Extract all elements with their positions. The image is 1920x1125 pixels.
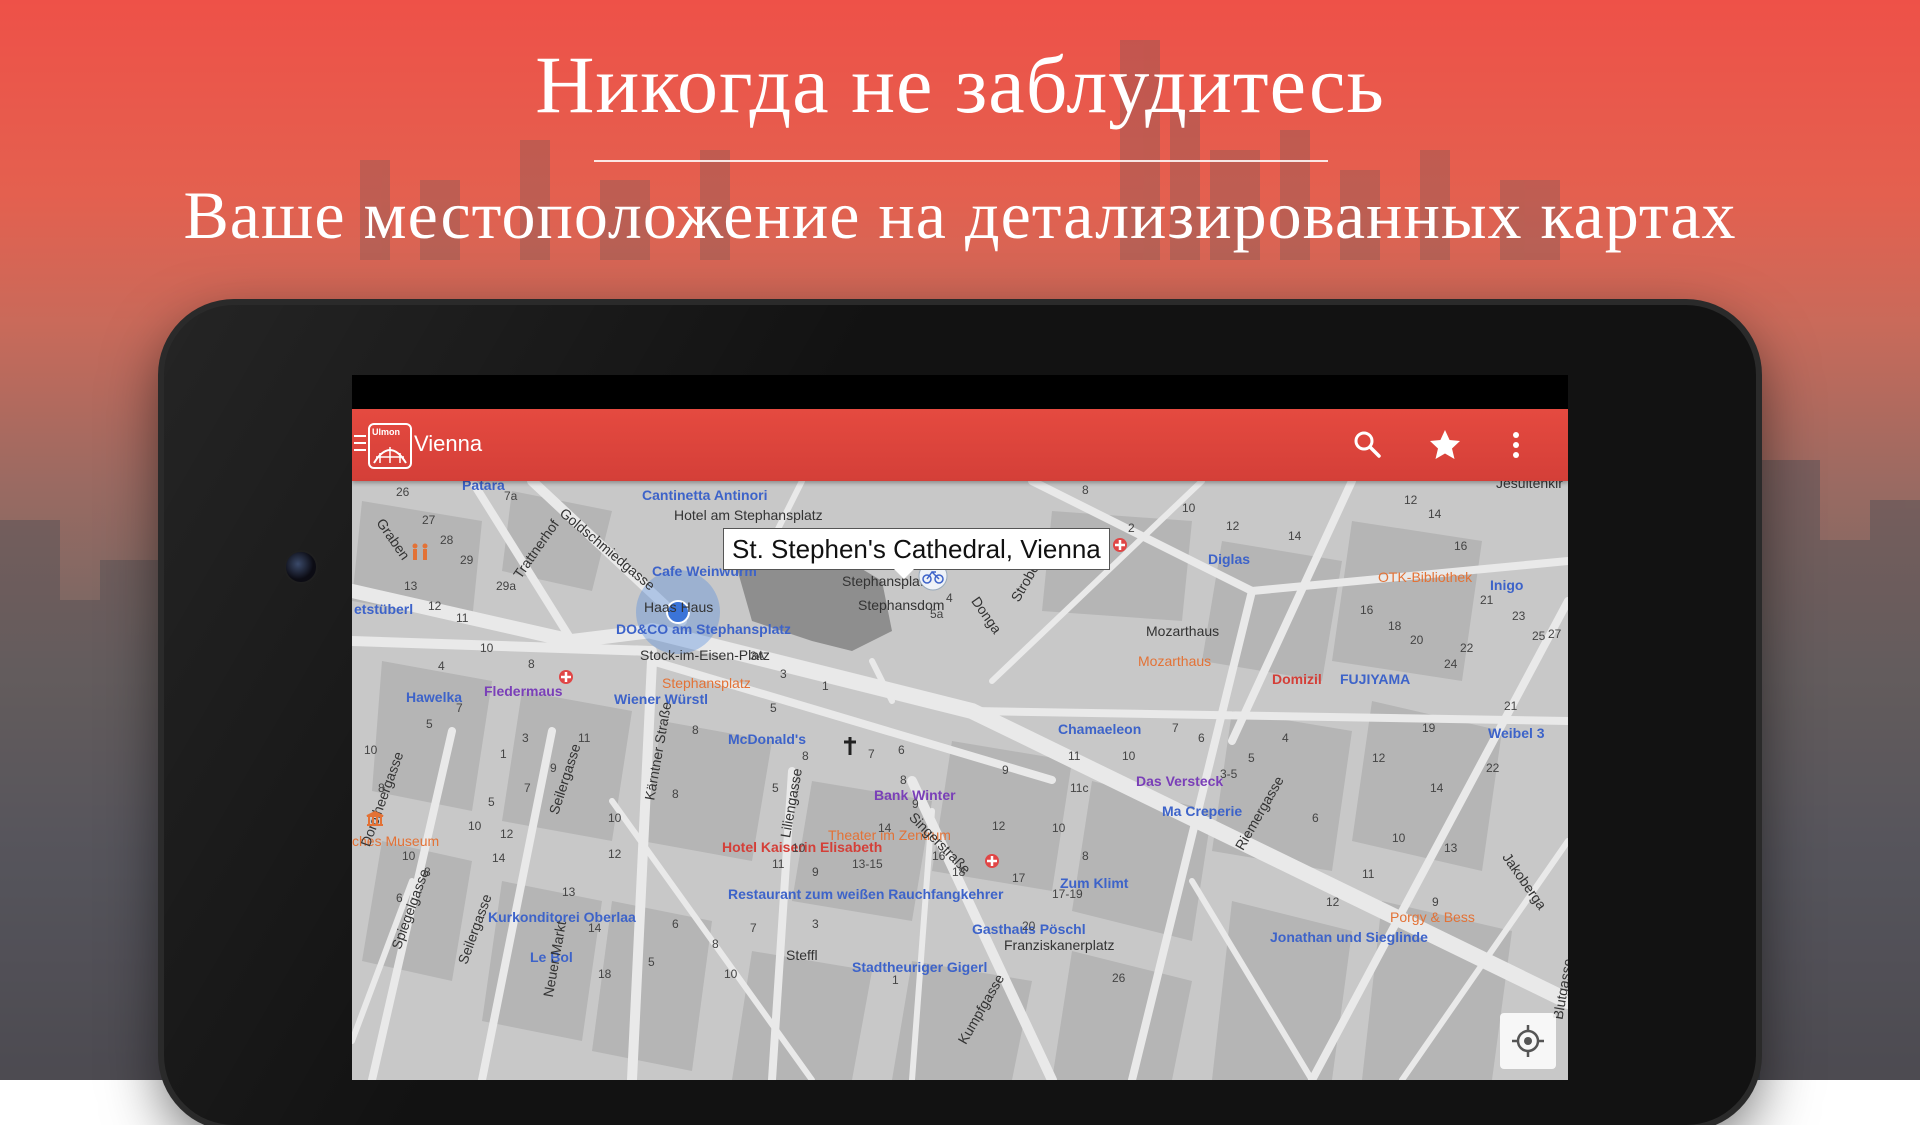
poi-label[interactable]: Hotel am Stephansplatz — [674, 507, 823, 523]
poi-label[interactable]: Franziskanerplatz — [1004, 937, 1115, 953]
poi-label[interactable]: Mozarthaus — [1138, 653, 1211, 669]
map-view[interactable]: St. Stephen's Cathedral, Vienna Cantinet… — [352, 481, 1568, 1080]
favorite-button[interactable] — [1427, 427, 1463, 463]
poi-label[interactable]: Porgy & Bess — [1390, 909, 1475, 925]
camera-lens — [284, 550, 318, 584]
ulmon-logo[interactable]: Ulmon — [368, 423, 412, 469]
star-icon — [1430, 430, 1460, 459]
poi-label[interactable]: Jesuitenkir — [1496, 481, 1563, 491]
poi-label[interactable]: Cantinetta Antinori — [642, 487, 767, 503]
poi-label[interactable]: Steffl — [786, 947, 818, 963]
poi-label[interactable]: Weibel 3 — [1488, 725, 1545, 741]
poi-label[interactable]: FUJIYAMA — [1340, 671, 1410, 687]
menu-icon[interactable] — [354, 435, 366, 453]
hospital-icon — [985, 854, 999, 868]
app-bar: Ulmon Vienna — [352, 409, 1568, 481]
poi-label[interactable]: Fledermaus — [484, 683, 563, 699]
globe-icon — [373, 447, 407, 464]
hospital-icon — [559, 670, 573, 684]
poi-label[interactable]: etstüberl — [354, 601, 413, 617]
museum-icon — [366, 811, 384, 826]
poi-label[interactable]: Restaurant zum weißen Rauchfangkehrer — [728, 886, 1003, 902]
poi-label[interactable]: Hawelka — [406, 689, 462, 705]
poi-label[interactable]: Jonathan und Sieglinde — [1270, 929, 1428, 945]
search-button[interactable] — [1350, 427, 1386, 463]
poi-label[interactable]: OTK-Bibliothek — [1378, 569, 1472, 585]
poi-label[interactable]: Patara — [462, 481, 505, 493]
poi-label[interactable]: Stephansplatz — [662, 675, 751, 691]
poi-label[interactable]: Chamaeleon — [1058, 721, 1141, 737]
app-title: Vienna — [414, 431, 483, 456]
poi-label[interactable]: Inigo — [1490, 577, 1523, 593]
poi-label[interactable]: Stadtheuriger Gigerl — [852, 959, 987, 975]
place-callout[interactable]: St. Stephen's Cathedral, Vienna — [723, 528, 1110, 579]
poi-label[interactable]: Ma Creperie — [1162, 803, 1242, 819]
search-icon — [1354, 431, 1381, 458]
poi-label[interactable]: Domizil — [1272, 671, 1322, 687]
poi-label[interactable]: Diglas — [1208, 551, 1250, 567]
poi-label[interactable]: Das Versteck — [1136, 773, 1223, 789]
overflow-menu-button[interactable] — [1498, 427, 1534, 463]
hospital-icon — [1113, 538, 1127, 552]
my-location-icon — [1512, 1025, 1544, 1057]
headline-subtitle: Ваше местоположение на детализированных … — [183, 177, 1737, 253]
my-location-button[interactable] — [1500, 1013, 1556, 1069]
headline-divider — [594, 160, 1328, 162]
church-icon — [844, 737, 856, 755]
tablet-screen: Ulmon Vienna St. Stephen's Cathedral, Vi… — [352, 375, 1568, 1080]
poi-label[interactable]: DO&CO am Stephansplatz — [616, 621, 791, 637]
status-bar — [352, 375, 1568, 409]
poi-label[interactable]: Haas Haus — [644, 599, 713, 615]
poi-label[interactable]: Mozarthaus — [1146, 623, 1219, 639]
toilets-icon — [412, 543, 428, 560]
headline-title: Никогда не заблудитесь — [535, 39, 1385, 130]
more-vert-icon — [1513, 432, 1519, 458]
poi-label[interactable]: McDonald's — [728, 731, 806, 747]
